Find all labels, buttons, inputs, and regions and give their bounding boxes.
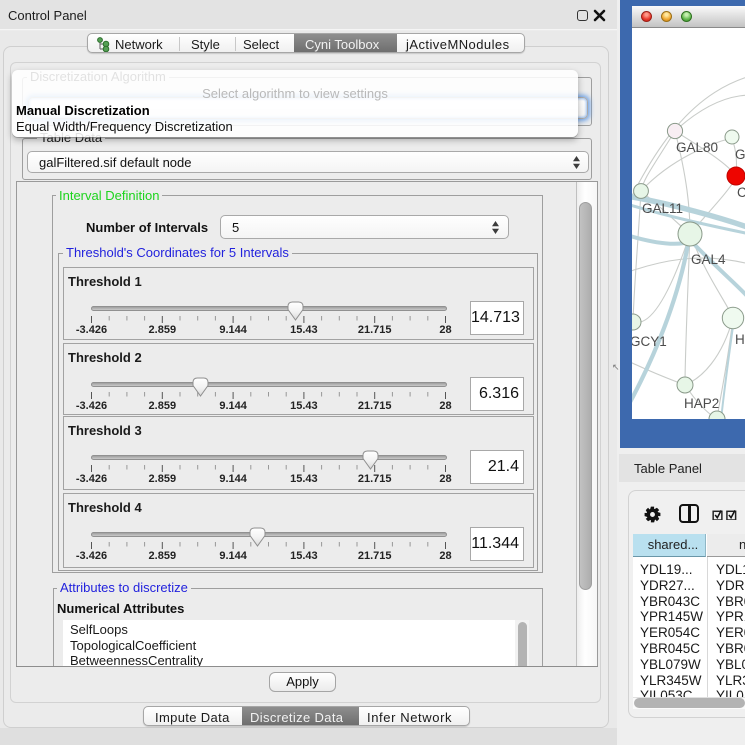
svg-text:H: H (735, 332, 745, 347)
svg-text:GCY1: GCY1 (632, 334, 667, 349)
svg-text:GAL11: GAL11 (642, 201, 683, 216)
svg-text:HAP2: HAP2 (684, 396, 719, 411)
svg-text:GA: GA (735, 147, 745, 162)
svg-text:C: C (737, 185, 745, 200)
svg-text:GAL80: GAL80 (676, 140, 718, 155)
svg-text:GAL4: GAL4 (691, 252, 726, 267)
